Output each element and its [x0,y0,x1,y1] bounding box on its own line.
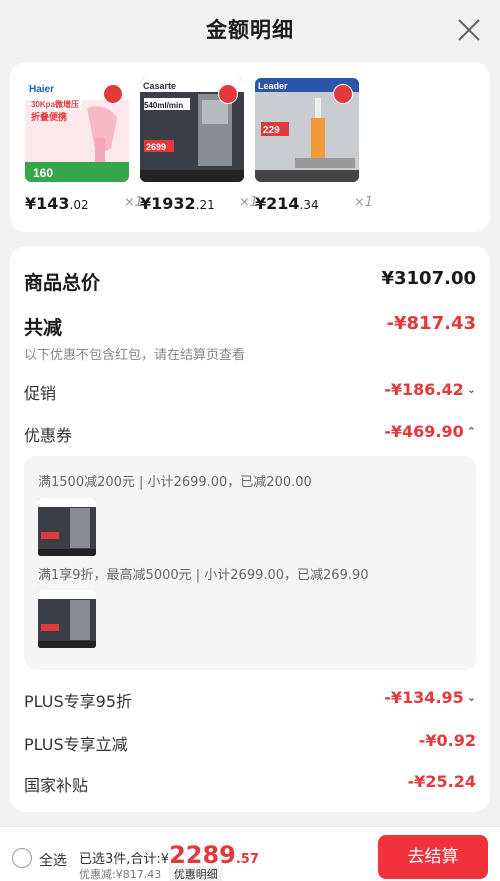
promo-value: -¥186.42 ⌄ [384,380,476,399]
product-tag: 540ml/min [144,101,183,110]
product-tag: 折叠便携 [31,111,67,122]
discount-detail-button[interactable]: 优惠明细 [168,866,223,881]
reduce-value: -¥817.43 [386,313,476,334]
subsidy-row: 国家补贴 -¥25.24 [24,772,476,800]
total-label: 商品总价 [24,272,101,294]
coupon-row[interactable]: 优惠券 -¥469.90 ⌃ [24,422,476,450]
plus95-row[interactable]: PLUS专享95折 -¥134.95 ⌄ [24,688,476,716]
product-image: Haier 30Kpa微增压 折叠便携 160 [25,78,129,182]
selected-count: 已选3件,合计:¥ [79,852,170,867]
chevron-down-icon: ⌄ [466,383,476,396]
product-image: Casarte 540ml/min 2699 [140,78,244,182]
selected-check-icon [333,84,353,104]
total-value: ¥3107.00 [381,268,476,289]
product-sale-price: 2699 [146,142,166,152]
total-price-int: 2289 [169,841,236,869]
coupon-label: 优惠券 [24,426,73,445]
product-price: ¥1932.21 [140,194,215,213]
plus95-label: PLUS专享95折 [24,692,132,711]
checkout-bar: 全选 已选3件,合计:¥2289.57 优惠减:¥817.43 优惠明细 去结算 [0,826,500,881]
total-row: 商品总价 ¥3107.00 [24,268,476,296]
coupon-product-image [38,590,96,648]
discount-amount: 优惠减:¥817.43 [79,868,162,881]
plus-direct-value: -¥0.92 [418,731,476,750]
product-qty: ×1 [353,195,373,210]
plus-direct-label: PLUS专享立减 [24,735,128,754]
product-brand: Leader [258,81,288,91]
discount-summary: 优惠减:¥817.43 优惠明细 [79,866,223,881]
order-summary: 已选3件,合计:¥2289.57 [79,841,259,869]
page-title: 金额明细 [206,18,294,42]
product-item[interactable]: Leader 229 ¥214.34 ×1 [255,78,373,213]
chevron-up-icon: ⌃ [466,425,476,438]
select-all-radio[interactable] [12,848,32,868]
header: 金额明细 [0,0,500,60]
selected-check-icon [103,84,123,104]
product-price: ¥214.34 [255,194,319,213]
coupon-product-image [38,498,96,556]
product-item[interactable]: Haier 30Kpa微增压 折叠便携 160 ¥143.02 ×1 [25,78,143,213]
reduce-label: 共减 [24,317,63,339]
coupon-rule: 满1享9折，最高减5000元 | 小计2699.00，已减269.90 [38,568,369,583]
product-sale-price: 160 [33,166,53,180]
promo-label: 促销 [24,384,57,403]
select-all-label[interactable]: 全选 [39,850,67,870]
product-list: Haier 30Kpa微增压 折叠便携 160 ¥143.02 ×1 Casar… [10,62,490,232]
plus95-value: -¥134.95 ⌄ [384,688,476,707]
product-sale-price: 229 [263,125,280,136]
coupon-rule: 满1500减200元 | 小计2699.00，已减200.00 [38,475,312,490]
checkout-button[interactable]: 去结算 [378,835,488,879]
product-image: Leader 229 [255,78,359,182]
product-price: ¥143.02 [25,194,89,213]
product-item[interactable]: Casarte 540ml/min 2699 ¥1932.21 ×1 [140,78,258,213]
product-brand: Casarte [143,81,176,91]
discount-note: 以下优惠不包含红包，请在结算页查看 [24,348,246,363]
subsidy-value: -¥25.24 [407,772,476,791]
subsidy-label: 国家补贴 [24,776,89,795]
chevron-down-icon: ⌄ [466,691,476,704]
plus-direct-row: PLUS专享立减 -¥0.92 [24,731,476,759]
product-tag: 30Kpa微增压 [31,99,79,109]
product-brand: Haier [29,84,54,95]
close-icon[interactable] [456,17,482,43]
coupon-value: -¥469.90 ⌃ [384,422,476,441]
reduce-row: 共减 -¥817.43 [24,313,476,341]
coupon-detail-box: 满1500减200元 | 小计2699.00，已减200.00 满1享9折，最高… [24,456,476,670]
price-detail-card: 商品总价 ¥3107.00 共减 -¥817.43 以下优惠不包含红包，请在结算… [10,246,490,812]
total-price-dec: .57 [235,852,259,867]
promo-row[interactable]: 促销 -¥186.42 ⌄ [24,380,476,408]
selected-check-icon [218,84,238,104]
